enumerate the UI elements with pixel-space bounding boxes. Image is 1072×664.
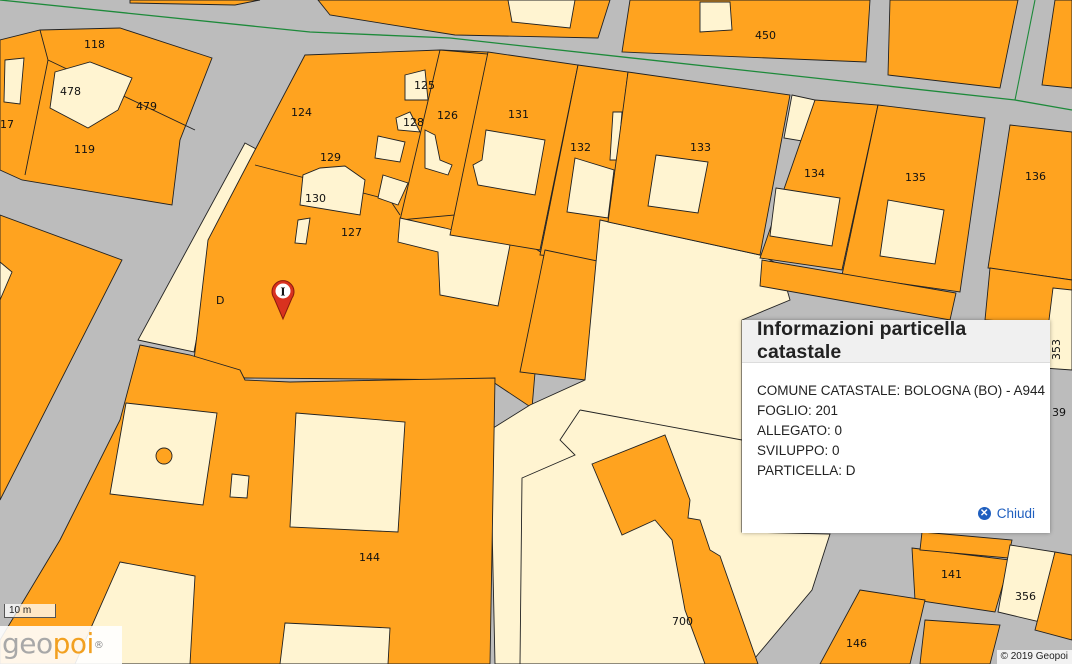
parcel-label: 134 [804,167,825,180]
info-row-particella: PARTICELLA: D [757,463,856,478]
parcel-label: 144 [359,551,380,564]
panel-body: COMUNE CATASTALE: BOLOGNA (BO) - A944 FO… [742,363,1050,481]
parcel-label: 133 [690,141,711,154]
info-row-foglio: FOGLIO: 201 [757,403,839,418]
building [879,199,945,265]
building [3,57,25,105]
copyright-attribution: © 2019 Geopoi [996,650,1072,664]
parcel-label: 141 [941,568,962,581]
close-button[interactable]: ✕ Chiudi [977,506,1035,521]
panel-title: Informazioni particella catastale [757,318,967,363]
logo-part2: poi [52,627,95,660]
parcel-label: 131 [508,108,529,121]
parcel-label: 119 [74,143,95,156]
parcel-label: 129 [320,151,341,164]
parcel-label: 136 [1025,170,1046,183]
parcel-label: 17 [0,118,14,131]
parcel-label: 118 [84,38,105,51]
info-row-sviluppo: SVILUPPO: 0 [757,443,840,458]
parcel-label: 39 [1052,406,1066,419]
logo-part1: geo [2,627,53,660]
info-row-allegato: ALLEGATO: 0 [757,423,843,438]
parcel-label: 124 [291,106,312,119]
geopoi-logo: geopoi® [0,626,122,664]
parcel-label: 450 [755,29,776,42]
parcel [919,619,1001,664]
parcel-label: 135 [905,171,926,184]
parcel-label: 132 [570,141,591,154]
parcel-info-panel: Informazioni particella catastale COMUNE… [742,318,1050,533]
parcel-label: 479 [136,100,157,113]
parcel-label: 353 [1050,339,1063,360]
parcel-label: 146 [846,637,867,650]
parcel-label: 478 [60,85,81,98]
panel-header: Informazioni particella catastale [742,318,1050,363]
close-circle-icon[interactable]: ✕ [977,507,991,520]
scale-bar: 10 m [4,604,56,618]
building [699,1,733,33]
building [229,473,250,499]
building [647,154,709,214]
building [279,622,391,664]
parcel-label: 356 [1015,590,1036,603]
scale-label: 10 m [9,605,32,616]
parcel-label: 700 [672,615,693,628]
parcel [621,0,871,63]
info-row-comune: COMUNE CATASTALE: BOLOGNA (BO) - A944 [757,383,1046,398]
parcel [887,0,1019,89]
parcel-label: 130 [305,192,326,205]
marker-glyph: I [280,286,285,299]
close-label[interactable]: Chiudi [997,506,1035,521]
parcel-label: D [216,294,224,307]
parcel-label: 127 [341,226,362,239]
building [769,187,841,247]
parcel-label: 125 [414,79,435,92]
building [289,412,406,533]
logo-mark: ® [93,640,104,651]
parcel-label: 128 [403,116,424,129]
parcel-label: 126 [437,109,458,122]
